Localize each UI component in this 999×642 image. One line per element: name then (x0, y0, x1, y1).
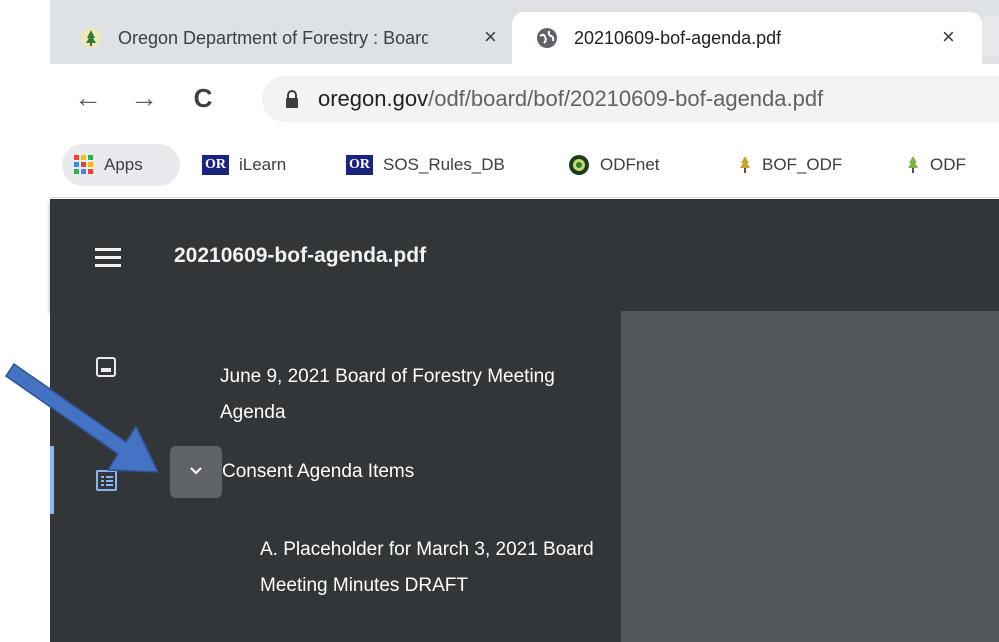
menu-icon[interactable] (95, 248, 121, 268)
tab-pdf-agenda[interactable]: 20210609-bof-agenda.pdf × (512, 12, 982, 64)
bookmark-label: Apps (104, 155, 143, 174)
close-tab-icon[interactable]: × (942, 24, 955, 50)
url-text[interactable]: oregon.gov/odf/board/bof/20210609-bof-ag… (318, 84, 823, 114)
expand-collapse-button[interactable] (170, 446, 222, 498)
forward-button[interactable]: → (124, 78, 164, 118)
bookmark-label: ODFnet (600, 155, 660, 174)
tree-icon (80, 27, 102, 49)
lock-icon[interactable] (284, 90, 300, 115)
bookmark-label: ODF (930, 155, 966, 174)
apps-grid-icon (74, 155, 94, 175)
bookmark-odf[interactable]: ODF (906, 150, 966, 180)
bookmark-sos-rules-db[interactable]: OR SOS_Rules_DB (346, 150, 505, 180)
back-button[interactable]: ← (68, 78, 108, 118)
url-path: /odf/board/bof/20210609-bof-agenda.pdf (428, 86, 824, 111)
bookmarks-bar (50, 132, 999, 198)
annotation-arrow-icon (4, 362, 160, 473)
tab-title: Oregon Department of Forestry : Board of… (118, 27, 428, 48)
or-logo-icon: OR (202, 155, 229, 175)
tree-icon (738, 155, 752, 175)
bookmark-ilearn[interactable]: OR iLearn (202, 150, 286, 180)
bookmark-apps[interactable]: Apps (74, 150, 143, 180)
globe-icon (536, 27, 558, 49)
pdf-content-area[interactable] (621, 311, 999, 642)
tab-title: 20210609-bof-agenda.pdf (574, 27, 782, 48)
close-tab-icon[interactable]: × (484, 24, 497, 50)
bookmark-bof-odf[interactable]: BOF_ODF (738, 150, 842, 180)
bookmark-label: SOS_Rules_DB (383, 155, 505, 174)
odfnet-icon (568, 154, 590, 176)
outline-item-minutes-draft[interactable]: A. Placeholder for March 3, 2021 Board M… (260, 532, 600, 604)
tree-icon (906, 155, 920, 175)
outline-item-agenda[interactable]: June 9, 2021 Board of Forestry Meeting A… (220, 359, 600, 431)
pdf-document-title: 20210609-bof-agenda.pdf (174, 244, 427, 267)
reload-button[interactable]: C (183, 78, 223, 118)
chevron-down-icon (189, 463, 203, 481)
bookmark-label: iLearn (239, 155, 287, 174)
bookmark-odfnet[interactable]: ODFnet (568, 150, 660, 180)
outline-item-consent-agenda[interactable]: Consent Agenda Items (222, 454, 602, 490)
next-tab-edge[interactable] (982, 16, 999, 56)
bookmark-label: BOF_ODF (762, 155, 843, 174)
tab-oregon-forestry[interactable]: Oregon Department of Forestry : Board of… (52, 12, 512, 64)
or-logo-icon: OR (346, 155, 373, 175)
url-host: oregon.gov (318, 86, 429, 111)
